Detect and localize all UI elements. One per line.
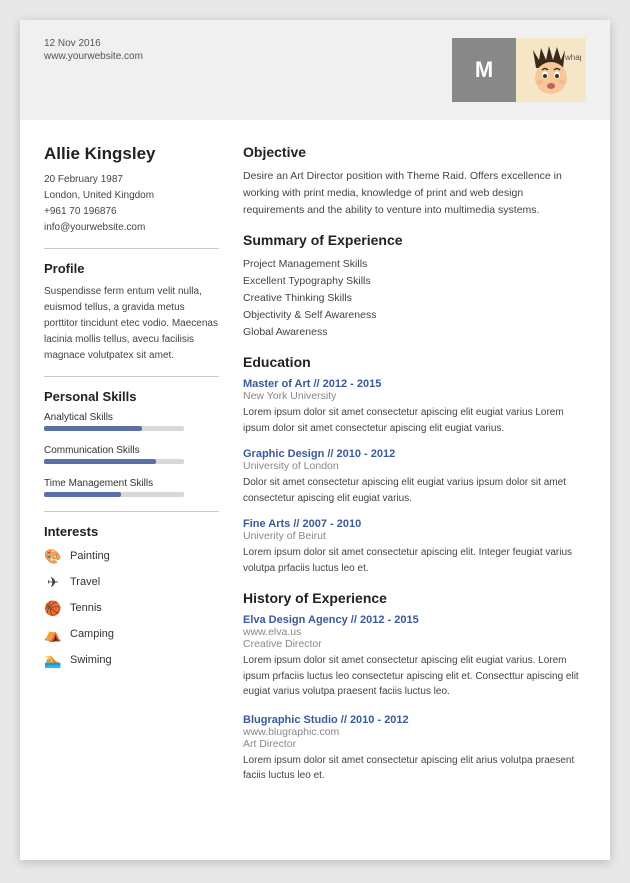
- main-content: Allie Kingsley 20 February 1987 London, …: [20, 120, 610, 822]
- interest-travel: ✈ Travel: [44, 573, 219, 591]
- objective-title: Objective: [243, 144, 586, 160]
- edu-degree-2: Graphic Design // 2010 - 2012: [243, 448, 586, 460]
- profile-title: Profile: [44, 261, 219, 276]
- person-email: info@yourwebsite.com: [44, 220, 219, 236]
- exp-website-2: www.blugraphic.com: [243, 726, 586, 738]
- header-right: M: [452, 38, 586, 102]
- divider-1: [44, 248, 219, 249]
- left-column: Allie Kingsley 20 February 1987 London, …: [44, 144, 219, 798]
- exp-company-title-2: Blugraphic Studio // 2010 - 2012: [243, 714, 586, 726]
- skill-analytical-label: Analytical Skills: [44, 412, 219, 423]
- skill-time-management-label: Time Management Skills: [44, 478, 219, 489]
- edu-school-3: Univerity of Beirut: [243, 530, 586, 542]
- interest-swimming: 🏊 Swiming: [44, 651, 219, 669]
- skill-time-management-bar-bg: [44, 492, 184, 497]
- education-title: Education: [243, 354, 586, 370]
- skill-analytical-bar-fill: [44, 426, 142, 431]
- exp-desc-1: Lorem ipsum dolor sit amet consectetur a…: [243, 653, 586, 700]
- header: 12 Nov 2016 www.yourwebsite.com M: [20, 20, 610, 120]
- interest-tennis-label: Tennis: [70, 602, 102, 614]
- svg-text:whap?!: whap?!: [564, 53, 581, 62]
- exp-desc-2: Lorem ipsum dolor sit amet consectetur a…: [243, 753, 586, 784]
- edu-school-1: New York University: [243, 390, 586, 402]
- right-column: Objective Desire an Art Director positio…: [243, 144, 586, 798]
- summary-item-3: Creative Thinking Skills: [243, 290, 586, 307]
- header-date: 12 Nov 2016: [44, 38, 143, 49]
- edu-desc-2: Dolor sit amet consectetur apiscing elit…: [243, 475, 586, 506]
- edu-entry-2: Graphic Design // 2010 - 2012 University…: [243, 448, 586, 506]
- skill-communication-label: Communication Skills: [44, 445, 219, 456]
- summary-item-1: Project Management Skills: [243, 256, 586, 273]
- skill-time-management: Time Management Skills: [44, 478, 219, 497]
- tennis-icon: 🏀: [44, 599, 62, 617]
- summary-item-2: Excellent Typography Skills: [243, 273, 586, 290]
- exp-website-1: www.elva.us: [243, 626, 586, 638]
- summary-title: Summary of Experience: [243, 232, 586, 248]
- painting-icon: 🎨: [44, 547, 62, 565]
- header-website: www.yourwebsite.com: [44, 51, 143, 62]
- interest-painting-label: Painting: [70, 550, 110, 562]
- experience-title: History of Experience: [243, 590, 586, 606]
- summary-list: Project Management Skills Excellent Typo…: [243, 256, 586, 340]
- swimming-icon: 🏊: [44, 651, 62, 669]
- header-left: 12 Nov 2016 www.yourwebsite.com: [44, 38, 143, 62]
- divider-2: [44, 376, 219, 377]
- skill-analytical-bar-bg: [44, 426, 184, 431]
- skill-communication-bar-fill: [44, 459, 156, 464]
- travel-icon: ✈: [44, 573, 62, 591]
- skill-communication-bar-bg: [44, 459, 184, 464]
- edu-school-2: University of London: [243, 460, 586, 472]
- edu-entry-3: Fine Arts // 2007 - 2010 Univerity of Be…: [243, 518, 586, 576]
- resume-page: 12 Nov 2016 www.yourwebsite.com M: [20, 20, 610, 860]
- exp-role-2: Art Director: [243, 738, 586, 750]
- summary-item-4: Objectivity & Self Awareness: [243, 307, 586, 324]
- edu-degree-1: Master of Art // 2012 - 2015: [243, 378, 586, 390]
- interest-camping: ⛺ Camping: [44, 625, 219, 643]
- person-dob: 20 February 1987: [44, 172, 219, 188]
- person-phone: +961 70 196876: [44, 204, 219, 220]
- interest-camping-label: Camping: [70, 628, 114, 640]
- exp-role-1: Creative Director: [243, 638, 586, 650]
- skill-analytical: Analytical Skills: [44, 412, 219, 431]
- edu-desc-3: Lorem ipsum dolor sit amet consectetur a…: [243, 545, 586, 576]
- interests-title: Interests: [44, 524, 219, 539]
- camping-icon: ⛺: [44, 625, 62, 643]
- exp-entry-2: Blugraphic Studio // 2010 - 2012 www.blu…: [243, 714, 586, 784]
- summary-item-5: Global Awareness: [243, 324, 586, 341]
- edu-entry-1: Master of Art // 2012 - 2015 New York Un…: [243, 378, 586, 436]
- exp-company-title-1: Elva Design Agency // 2012 - 2015: [243, 614, 586, 626]
- personal-skills-title: Personal Skills: [44, 389, 219, 404]
- divider-3: [44, 511, 219, 512]
- interest-swimming-label: Swiming: [70, 654, 112, 666]
- interest-tennis: 🏀 Tennis: [44, 599, 219, 617]
- edu-desc-1: Lorem ipsum dolor sit amet consectetur a…: [243, 405, 586, 436]
- objective-text: Desire an Art Director position with The…: [243, 168, 586, 218]
- exp-entry-1: Elva Design Agency // 2012 - 2015 www.el…: [243, 614, 586, 700]
- interest-travel-label: Travel: [70, 576, 100, 588]
- interest-painting: 🎨 Painting: [44, 547, 219, 565]
- person-location: London, United Kingdom: [44, 188, 219, 204]
- profile-text: Suspendisse ferm entum velit nulla, euis…: [44, 284, 219, 364]
- person-name: Allie Kingsley: [44, 144, 219, 164]
- skill-time-management-bar-fill: [44, 492, 121, 497]
- monogram-avatar: M: [452, 38, 516, 102]
- skill-communication: Communication Skills: [44, 445, 219, 464]
- cartoon-avatar: whap?!: [516, 38, 586, 102]
- edu-degree-3: Fine Arts // 2007 - 2010: [243, 518, 586, 530]
